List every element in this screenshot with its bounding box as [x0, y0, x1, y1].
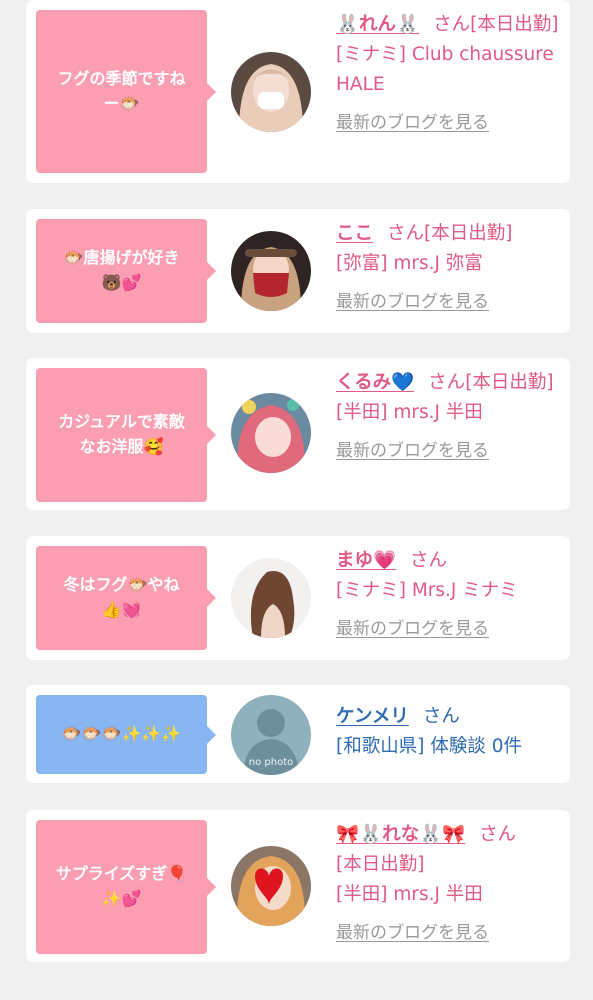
- comment-text: 冬はフグ🐡やね: [63, 575, 180, 595]
- no-photo-label: no photo: [249, 757, 293, 768]
- shop-name: [半田] mrs.J 半田: [336, 884, 483, 905]
- honorific: さん: [387, 223, 425, 244]
- review-card: サプライズすぎ🎈 ✨💕 🎀🐰れな🐰🎀 さん [本日出勤] [半田] mrs.J 半…: [26, 810, 570, 962]
- latest-blog-link[interactable]: 最新のブログを見る: [336, 108, 564, 138]
- latest-blog-link[interactable]: 最新のブログを見る: [336, 918, 564, 948]
- comment-text: カジュアルで素敵: [58, 412, 185, 432]
- avatar[interactable]: [231, 231, 311, 311]
- comment-bubble: フグの季節ですね ー🐡: [36, 10, 216, 173]
- review-card: フグの季節ですね ー🐡 🐰れん🐰 さん[本日出勤] [ミナミ] Club chau…: [26, 0, 570, 183]
- avatar[interactable]: [231, 846, 311, 926]
- avatar[interactable]: [231, 558, 311, 638]
- cast-name-link[interactable]: 🎀🐰れな🐰🎀: [336, 824, 465, 845]
- latest-blog-link[interactable]: 最新のブログを見る: [336, 436, 564, 466]
- comment-bubble: 🐡🐡🐡✨✨✨: [36, 695, 216, 774]
- cast-name-link[interactable]: ケンメリ: [336, 706, 409, 727]
- comment-text: フグの季節ですね: [57, 68, 186, 88]
- shop-name: [ミナミ] Club chaussure HALE: [336, 44, 554, 95]
- review-card: 🐡🐡🐡✨✨✨ no photo ケンメリ さん [和歌山県] 体験談 0件: [26, 685, 570, 783]
- comment-text: 👍💓: [101, 600, 142, 619]
- status-badge: [本日出勤]: [465, 372, 554, 393]
- cast-info: ここ さん[本日出勤] [弥富] mrs.J 弥富 最新のブログを見る: [336, 219, 564, 317]
- comment-text: 🐡唐揚げが好き: [63, 248, 180, 268]
- comment-text: ✨💕: [101, 889, 142, 908]
- cast-info: くるみ💙 さん[本日出勤] [半田] mrs.J 半田 最新のブログを見る: [336, 368, 564, 466]
- shop-name: [半田] mrs.J 半田: [336, 402, 483, 423]
- latest-blog-link[interactable]: 最新のブログを見る: [336, 614, 564, 644]
- latest-blog-link[interactable]: 最新のブログを見る: [336, 287, 564, 317]
- cast-info: 🐰れん🐰 さん[本日出勤] [ミナミ] Club chaussure HALE 最…: [336, 10, 564, 138]
- comment-text: 🐡🐡🐡✨✨✨: [61, 724, 182, 744]
- cast-name-link[interactable]: まゆ💗: [336, 550, 396, 571]
- shop-name: [ミナミ] Mrs.J ミナミ: [336, 580, 518, 601]
- comment-bubble: サプライズすぎ🎈 ✨💕: [36, 820, 216, 954]
- honorific: さん: [422, 706, 460, 727]
- honorific: さん: [428, 372, 466, 393]
- review-card: カジュアルで素敵 なお洋服🥰 くるみ💙 さん[本日出勤] [半田] mrs.J 半…: [26, 358, 570, 510]
- status-badge: [本日出勤]: [336, 854, 425, 875]
- review-card: 🐡唐揚げが好き 🐻💕 ここ さん[本日出勤] [弥富] mrs.J 弥富 最新のブ…: [26, 209, 570, 333]
- shop-name: [弥富] mrs.J 弥富: [336, 253, 483, 274]
- comment-text: なお洋服🥰: [79, 437, 164, 456]
- review-card: 冬はフグ🐡やね 👍💓 まゆ💗 さん [ミナミ] Mrs.J ミナミ 最新のブログを…: [26, 536, 570, 660]
- comment-text: 🐻💕: [101, 273, 142, 292]
- honorific: さん: [479, 824, 517, 845]
- avatar[interactable]: [231, 52, 311, 132]
- shop-name: [和歌山県] 体験談 0件: [336, 736, 522, 757]
- cast-info: 🎀🐰れな🐰🎀 さん [本日出勤] [半田] mrs.J 半田 最新のブログを見る: [336, 820, 564, 948]
- comment-bubble: 🐡唐揚げが好き 🐻💕: [36, 219, 216, 323]
- comment-text: サプライズすぎ🎈: [55, 864, 188, 884]
- avatar[interactable]: [231, 393, 311, 473]
- cast-name-link[interactable]: ここ: [336, 223, 373, 244]
- status-badge: [本日出勤]: [424, 223, 513, 244]
- comment-bubble: カジュアルで素敵 なお洋服🥰: [36, 368, 216, 502]
- cast-info: ケンメリ さん [和歌山県] 体験談 0件: [336, 702, 564, 762]
- avatar[interactable]: no photo: [231, 695, 311, 775]
- comment-bubble: 冬はフグ🐡やね 👍💓: [36, 546, 216, 650]
- status-badge: [本日出勤]: [470, 14, 559, 35]
- honorific: さん: [433, 14, 471, 35]
- cast-name-link[interactable]: くるみ💙: [336, 372, 414, 393]
- honorific: さん: [410, 550, 448, 571]
- cast-name-link[interactable]: 🐰れん🐰: [336, 14, 419, 35]
- comment-text: ー🐡: [103, 93, 140, 113]
- cast-info: まゆ💗 さん [ミナミ] Mrs.J ミナミ 最新のブログを見る: [336, 546, 564, 644]
